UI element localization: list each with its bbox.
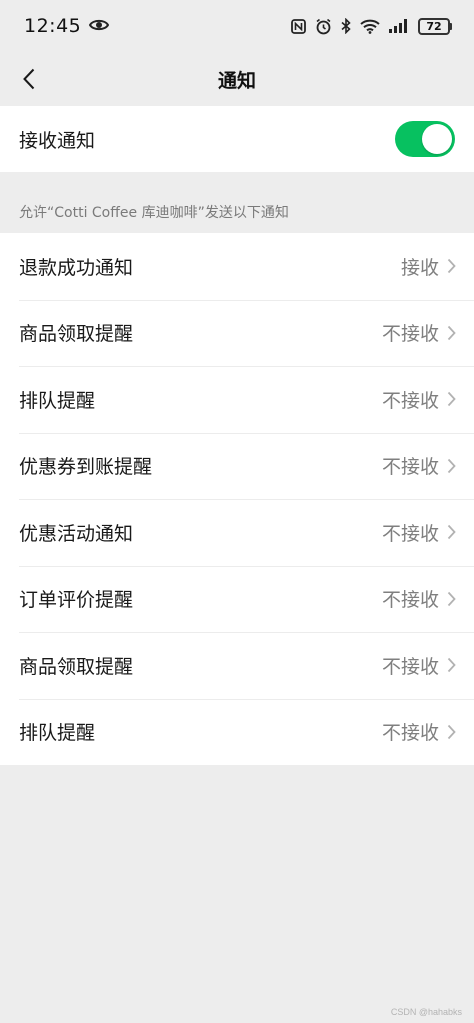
status-left: 12:45 [24,15,110,37]
section-caption: 允许“Cotti Coffee 库迪咖啡”发送以下通知 [19,205,289,221]
item-label: 优惠券到账提醒 [19,456,153,479]
chevron-right-icon [447,259,456,274]
chevron-right-icon [447,525,456,540]
list-item[interactable]: 商品领取提醒 不接收 [0,632,474,699]
list-item[interactable]: 优惠券到账提醒 不接收 [0,432,474,500]
chevron-right-icon [447,325,456,340]
chevron-right-icon [447,392,456,407]
item-value: 不接收 [381,722,439,745]
item-value: 不接收 [381,456,439,479]
status-right: 72 [291,17,452,35]
list-item[interactable]: 优惠活动通知 不接收 [0,499,474,566]
chevron-right-icon [447,591,456,606]
item-label: 退款成功通知 [19,256,134,279]
bluetooth-icon [341,18,351,34]
list-item[interactable]: 订单评价提醒 不接收 [0,565,474,633]
nfc-icon [291,18,306,34]
nav-bar: 通知 [0,52,474,106]
back-button[interactable] [10,60,48,98]
item-value: 不接收 [381,655,439,678]
battery-icon: 72 [418,17,452,35]
item-label: 排队提醒 [19,722,96,745]
list-item[interactable]: 排队提醒 不接收 [0,366,474,433]
item-label: 订单评价提醒 [19,589,134,612]
list-item[interactable]: 排队提醒 不接收 [0,698,474,766]
item-label: 商品领取提醒 [19,323,134,346]
item-value: 不接收 [381,589,439,612]
chevron-right-icon [447,458,456,473]
item-label: 优惠活动通知 [19,522,134,545]
item-value: 不接收 [381,522,439,545]
eye-icon [89,17,110,36]
status-time: 12:45 [24,15,82,37]
chevron-right-icon [447,658,456,673]
watermark: CSDN @hahabks [390,1007,462,1017]
list-item[interactable]: 退款成功通知 接收 [0,233,474,300]
item-label: 商品领取提醒 [19,655,134,678]
notification-list: 退款成功通知 接收 商品领取提醒 不接收 排队提醒 不接收 优惠券到账提醒 不接… [0,233,474,765]
chevron-right-icon [447,724,456,739]
item-label: 排队提醒 [19,389,96,412]
chevron-left-icon [23,68,35,90]
wifi-icon [360,19,380,34]
item-value: 接收 [400,256,439,279]
status-bar: 12:45 72 [0,0,474,52]
receive-notifications-switch[interactable] [395,121,455,157]
item-value: 不接收 [381,323,439,346]
receive-notifications-label: 接收通知 [19,129,96,152]
signal-icon [389,19,409,33]
switch-knob [422,124,452,154]
receive-notifications-row: 接收通知 [0,106,474,172]
item-value: 不接收 [381,389,439,412]
battery-level: 72 [418,17,450,35]
alarm-icon [315,18,332,35]
page-title: 通知 [217,69,256,92]
list-item[interactable]: 商品领取提醒 不接收 [0,299,474,367]
